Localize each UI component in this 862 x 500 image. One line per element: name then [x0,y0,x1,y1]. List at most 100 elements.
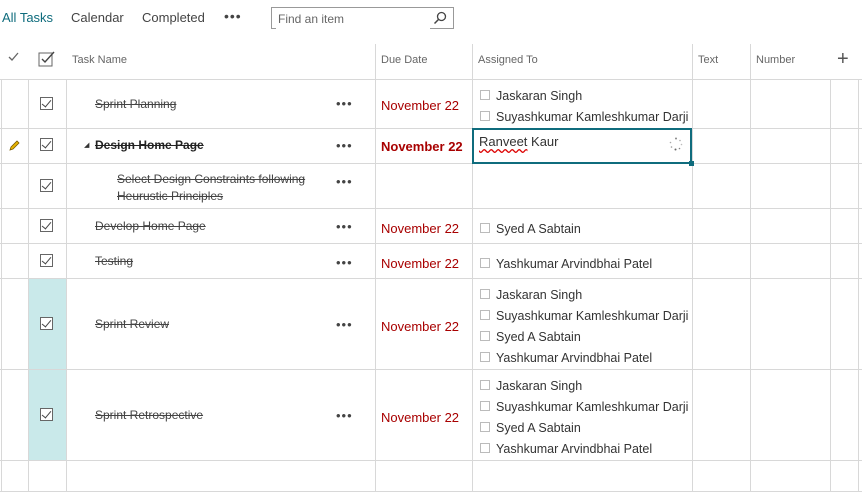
due-date[interactable]: November 22 [381,98,459,113]
check-column-icon[interactable] [8,43,19,79]
grid-line [1,79,2,492]
task-complete-checkbox[interactable] [40,179,53,192]
task-name[interactable]: Select Design Constraints following Heur… [117,171,332,205]
person-checkbox[interactable] [480,310,490,320]
person-checkbox[interactable] [480,352,490,362]
row-more-button[interactable]: ••• [336,138,353,153]
person-checkbox[interactable] [480,289,490,299]
person-checkbox[interactable] [480,443,490,453]
header-assigned-to[interactable]: Assigned To [478,44,538,80]
task-name[interactable]: Sprint Review [95,317,169,331]
person-checkbox[interactable] [480,380,490,390]
grid-line [830,79,831,492]
person-checkbox[interactable] [480,223,490,233]
search-icon[interactable] [433,11,447,30]
header-due-date[interactable]: Due Date [381,44,427,80]
view-bar: All Tasks Calendar Completed ••• [0,0,862,38]
view-completed[interactable]: Completed [142,10,205,25]
due-date[interactable]: November 22 [381,410,459,425]
grid-line [0,278,862,279]
assignee[interactable]: Suyashkumar Kamleshkumar Darji [480,110,688,124]
assignee-name: Jaskaran Singh [496,288,583,302]
due-date[interactable]: November 22 [381,319,459,334]
task-complete-checkbox[interactable] [40,317,53,330]
person-checkbox[interactable] [480,258,490,268]
fill-handle[interactable] [689,161,694,166]
assignee-name: Suyashkumar Kamleshkumar Darji [496,110,689,124]
task-name[interactable]: Sprint Retrospective [95,408,203,422]
person-checkbox[interactable] [480,401,490,411]
person-checkbox[interactable] [480,90,490,100]
person-checkbox[interactable] [480,331,490,341]
spellcheck-token: Ranveet [479,134,528,149]
assignee[interactable]: Syed A Sabtain [480,222,581,236]
task-complete-checkbox[interactable] [40,219,53,232]
assignee-name: Yashkumar Arvindbhai Patel [496,351,653,365]
assignee[interactable]: Yashkumar Arvindbhai Patel [480,442,652,456]
header-task-name[interactable]: Task Name [72,44,127,80]
grid-line [28,79,29,492]
grid-line [0,79,862,80]
view-all-tasks[interactable]: All Tasks [2,10,53,25]
grid-line [0,491,862,492]
column-header-row: Task Name Due Date Assigned To Text Numb… [0,44,862,80]
due-date[interactable]: November 22 [381,256,459,271]
assignee[interactable]: Jaskaran Singh [480,89,582,103]
view-calendar[interactable]: Calendar [71,10,124,25]
task-name[interactable]: Sprint Planning [95,97,176,111]
row-more-button[interactable]: ••• [336,219,353,234]
grid-line [0,208,862,209]
assignee[interactable]: Jaskaran Singh [480,379,582,393]
row-more-button[interactable]: ••• [336,174,353,189]
header-text[interactable]: Text [698,44,718,80]
loading-spinner-icon [669,137,683,156]
assignee[interactable]: Jaskaran Singh [480,288,582,302]
add-column-button[interactable]: + [837,43,849,79]
row-more-button[interactable]: ••• [336,255,353,270]
person-checkbox[interactable] [480,111,490,121]
more-views-button[interactable]: ••• [224,8,242,24]
task-complete-checkbox[interactable] [40,97,53,110]
grid-line [0,369,862,370]
grid-line [0,163,862,164]
search-box[interactable] [271,7,454,29]
assignee[interactable]: Yashkumar Arvindbhai Patel [480,257,652,271]
grid-line [0,460,862,461]
grid-line [692,44,693,492]
task-name[interactable]: Testing [95,254,133,268]
grid-line [375,44,376,492]
assignee-name: Jaskaran Singh [496,379,583,393]
task-complete-checkbox[interactable] [40,254,53,267]
select-all-checkbox[interactable] [38,50,56,71]
header-number[interactable]: Number [756,44,795,80]
collapse-subtasks-icon[interactable]: ◢ [84,141,89,149]
assignee-name: Jaskaran Singh [496,89,583,103]
grid-line [0,243,862,244]
row-more-button[interactable]: ••• [336,317,353,332]
assignee-name: Suyashkumar Kamleshkumar Darji [496,309,689,323]
task-complete-checkbox[interactable] [40,138,53,151]
assignee-name: Syed A Sabtain [496,421,581,435]
assignee-name: Syed A Sabtain [496,330,581,344]
due-date[interactable]: November 22 [381,139,463,154]
assignee[interactable]: Syed A Sabtain [480,421,581,435]
person-checkbox[interactable] [480,422,490,432]
task-name[interactable]: Design Home Page [95,138,204,152]
grid-line [66,79,67,492]
row-more-button[interactable]: ••• [336,96,353,111]
assignee-name: Yashkumar Arvindbhai Patel [496,442,653,456]
people-picker-input[interactable]: Ranveet Kaur [479,134,559,149]
task-name[interactable]: Develop Home Page [95,219,206,233]
assigned-to-edit-cell[interactable]: Ranveet Kaur [472,128,694,166]
task-complete-checkbox[interactable] [40,408,53,421]
search-input[interactable] [276,9,430,29]
due-date[interactable]: November 22 [381,221,459,236]
assignee[interactable]: Yashkumar Arvindbhai Patel [480,351,652,365]
assignee[interactable]: Syed A Sabtain [480,330,581,344]
grid-line [472,44,473,492]
assignee-name: Syed A Sabtain [496,222,581,236]
assignee[interactable]: Suyashkumar Kamleshkumar Darji [480,400,688,414]
row-more-button[interactable]: ••• [336,408,353,423]
assignee[interactable]: Suyashkumar Kamleshkumar Darji [480,309,688,323]
pencil-edit-icon [8,139,20,157]
